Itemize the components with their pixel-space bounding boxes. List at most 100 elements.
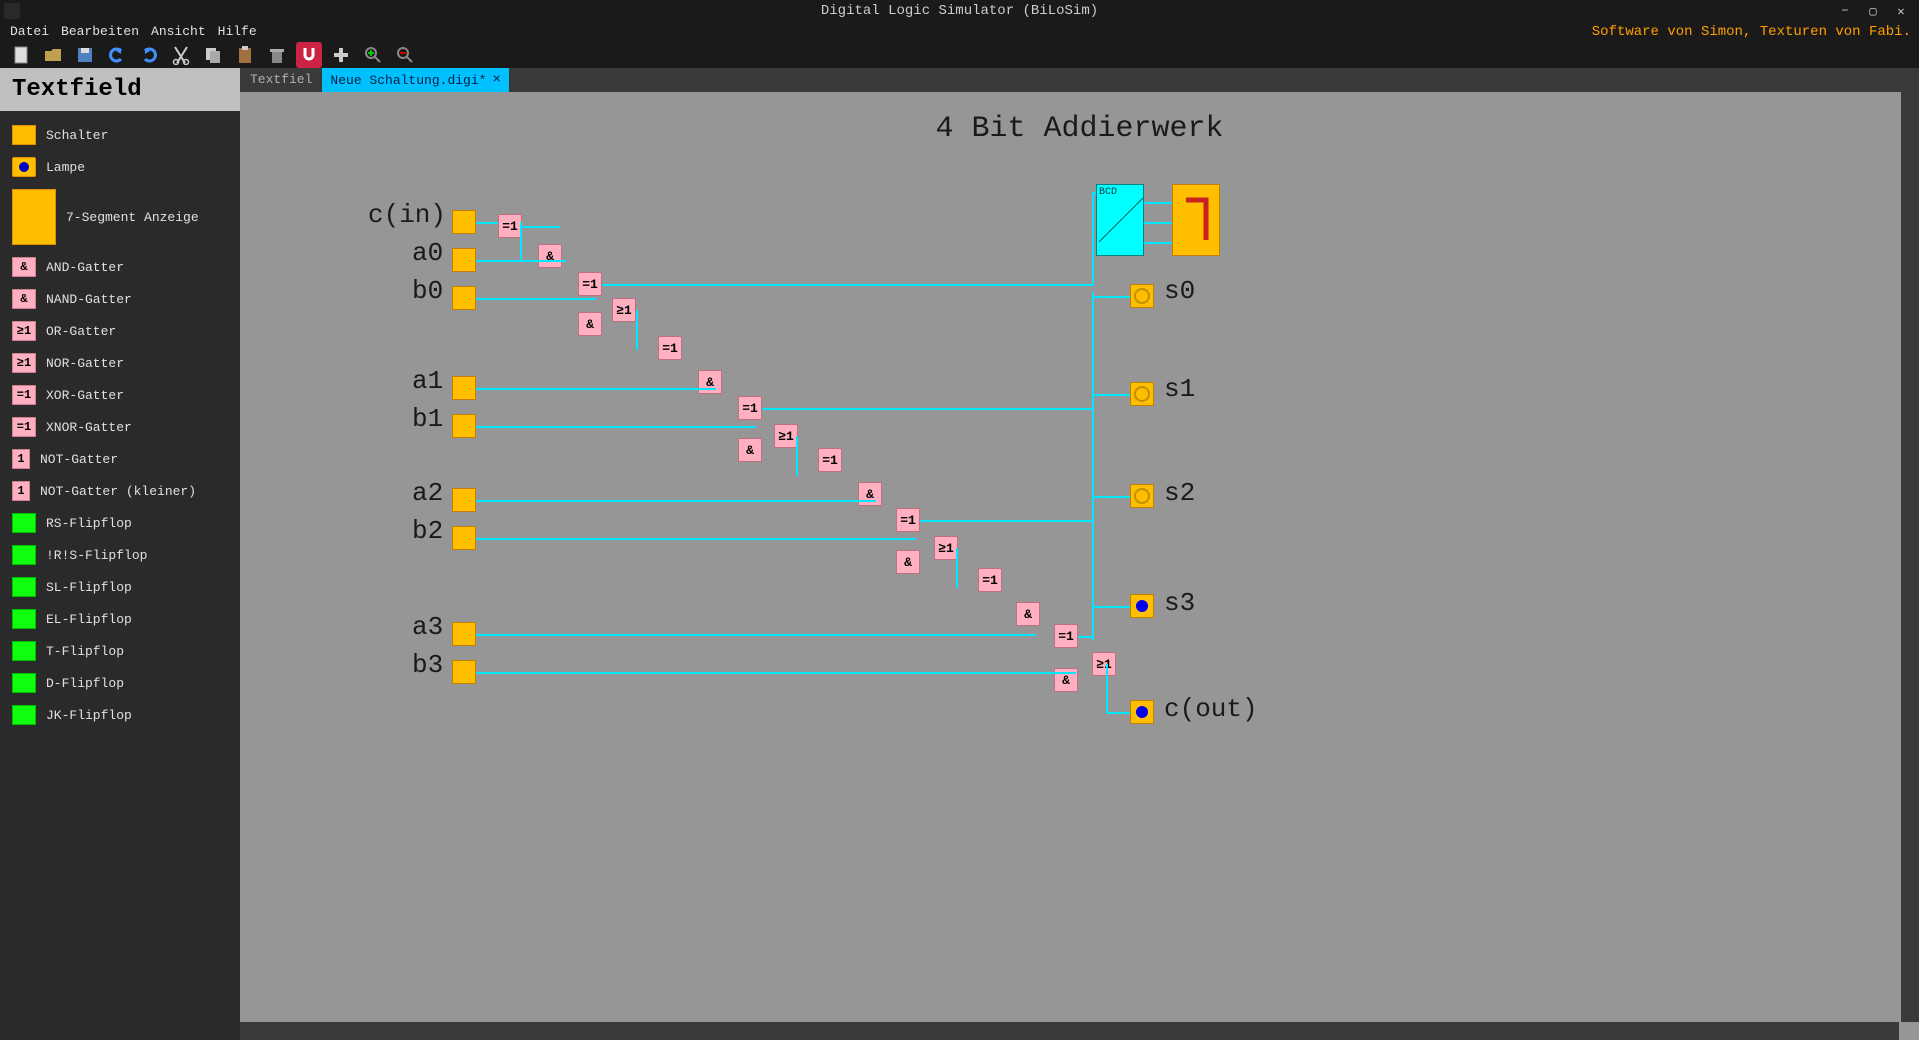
palette-item-label: NOT-Gatter (kleiner) [40, 484, 196, 499]
palette-item-xor-gatter[interactable]: =1XOR-Gatter [4, 379, 236, 411]
zoom-out-button[interactable] [392, 42, 418, 68]
and-gate[interactable]: & [538, 244, 562, 268]
bcd-converter[interactable]: BCD [1096, 184, 1144, 256]
palette-item--r-s-flipflop[interactable]: !R!S-Flipflop [4, 539, 236, 571]
switch-input[interactable] [452, 622, 476, 646]
menu-edit[interactable]: Bearbeiten [55, 22, 145, 42]
and-gate[interactable]: & [738, 438, 762, 462]
palette-item-rs-flipflop[interactable]: RS-Flipflop [4, 507, 236, 539]
file-tab[interactable]: Neue Schaltung.digi* × [322, 68, 508, 92]
xor-gate[interactable]: =1 [738, 396, 762, 420]
xor-gate[interactable]: =1 [498, 214, 522, 238]
not-gate-icon: 1 [12, 481, 30, 501]
and-gate[interactable]: & [1016, 602, 1040, 626]
xor-gate[interactable]: =1 [578, 272, 602, 296]
wire [476, 426, 756, 428]
palette-item-sl-flipflop[interactable]: SL-Flipflop [4, 571, 236, 603]
and-gate[interactable]: & [578, 312, 602, 336]
open-file-button[interactable] [40, 42, 66, 68]
add-button[interactable] [328, 42, 354, 68]
and-gate[interactable]: & [858, 482, 882, 506]
seven-segment-display[interactable] [1172, 184, 1220, 256]
delete-button[interactable] [264, 42, 290, 68]
horizontal-scrollbar[interactable] [240, 1022, 1899, 1040]
wire [1092, 222, 1094, 286]
signal-label: s3 [1164, 588, 1195, 618]
redo-button[interactable] [136, 42, 162, 68]
and-gate[interactable]: & [698, 370, 722, 394]
palette-item-not-gatter-kleiner-[interactable]: 1 NOT-Gatter (kleiner) [4, 475, 236, 507]
xor-gate[interactable]: =1 [818, 448, 842, 472]
or-gate[interactable]: ≥1 [774, 424, 798, 448]
save-file-button[interactable] [72, 42, 98, 68]
switch-input[interactable] [452, 210, 476, 234]
close-button[interactable]: ✕ [1891, 3, 1911, 19]
wire [1092, 192, 1096, 194]
undo-button[interactable] [104, 42, 130, 68]
palette-item-t-flipflop[interactable]: T-Flipflop [4, 635, 236, 667]
or-gate[interactable]: ≥1 [612, 298, 636, 322]
lamp-output[interactable] [1130, 700, 1154, 724]
signal-label: b2 [412, 516, 443, 546]
palette-item-el-flipflop[interactable]: EL-Flipflop [4, 603, 236, 635]
signal-label: s0 [1164, 276, 1195, 306]
gate-icon: =1 [12, 417, 36, 437]
wire [476, 672, 1076, 674]
circuit-canvas[interactable]: 4 Bit Addierwerk c(in)a0b0a1b1a2b2a3b3s0… [240, 92, 1919, 1040]
switch-input[interactable] [452, 414, 476, 438]
palette-item-xnor-gatter[interactable]: =1XNOR-Gatter [4, 411, 236, 443]
minimize-button[interactable]: − [1835, 3, 1855, 19]
wire [1092, 394, 1130, 396]
palette-item-7-segment-anzeige[interactable]: 7-Segment Anzeige [4, 183, 236, 251]
close-tab-icon[interactable]: × [492, 72, 500, 88]
palette-item-or-gatter[interactable]: ≥1OR-Gatter [4, 315, 236, 347]
xor-gate[interactable]: =1 [658, 336, 682, 360]
cut-button[interactable] [168, 42, 194, 68]
switch-input[interactable] [452, 286, 476, 310]
lamp-output[interactable] [1130, 382, 1154, 406]
lamp-output[interactable] [1130, 594, 1154, 618]
paste-button[interactable] [232, 42, 258, 68]
snap-button[interactable] [296, 42, 322, 68]
switch-input[interactable] [452, 248, 476, 272]
switch-input[interactable] [452, 526, 476, 550]
xor-gate[interactable]: =1 [978, 568, 1002, 592]
gate-icon: =1 [12, 385, 36, 405]
zoom-in-button[interactable] [360, 42, 386, 68]
palette-item-label: RS-Flipflop [46, 516, 132, 531]
menu-view[interactable]: Ansicht [145, 22, 212, 42]
xor-gate[interactable]: =1 [896, 508, 920, 532]
switch-input[interactable] [452, 376, 476, 400]
signal-label: a1 [412, 366, 443, 396]
menu-help[interactable]: Hilfe [212, 22, 263, 42]
palette-item-jk-flipflop[interactable]: JK-Flipflop [4, 699, 236, 731]
palette-item-lampe[interactable]: Lampe [4, 151, 236, 183]
wire [1078, 636, 1092, 638]
copy-button[interactable] [200, 42, 226, 68]
wire [1106, 664, 1108, 714]
palette-item-label: 7-Segment Anzeige [66, 210, 199, 225]
palette-item-d-flipflop[interactable]: D-Flipflop [4, 667, 236, 699]
palette-item-schalter[interactable]: Schalter [4, 119, 236, 151]
palette-item-nand-gatter[interactable]: &NAND-Gatter [4, 283, 236, 315]
xor-gate[interactable]: =1 [1054, 624, 1078, 648]
switch-input[interactable] [452, 488, 476, 512]
wire [1092, 496, 1130, 498]
and-gate[interactable]: & [896, 550, 920, 574]
component-sidebar: Textfield SchalterLampe7-Segment Anzeige… [0, 68, 240, 1040]
maximize-button[interactable]: ▢ [1863, 3, 1883, 19]
palette-item-not-gatter[interactable]: 1NOT-Gatter [4, 443, 236, 475]
switch-input[interactable] [452, 660, 476, 684]
current-tool-label: Textfiel [240, 68, 322, 92]
lamp-output[interactable] [1130, 484, 1154, 508]
menu-file[interactable]: Datei [4, 22, 55, 42]
signal-label: a2 [412, 478, 443, 508]
palette-item-nor-gatter[interactable]: ≥1NOR-Gatter [4, 347, 236, 379]
signal-label: s2 [1164, 478, 1195, 508]
or-gate[interactable]: ≥1 [934, 536, 958, 560]
or-gate[interactable]: ≥1 [1092, 652, 1116, 676]
palette-item-and-gatter[interactable]: &AND-Gatter [4, 251, 236, 283]
vertical-scrollbar[interactable] [1901, 68, 1919, 1022]
lamp-output[interactable] [1130, 284, 1154, 308]
new-file-button[interactable] [8, 42, 34, 68]
